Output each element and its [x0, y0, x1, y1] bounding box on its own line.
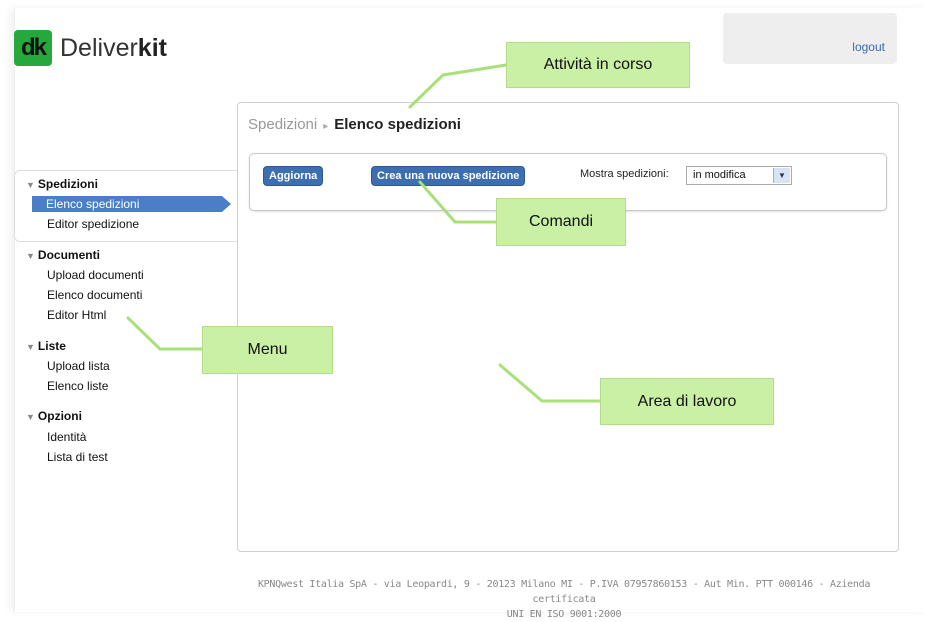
callout-menu: Menu — [202, 326, 333, 374]
footer-line-2: UNI EN ISO 9001:2000 — [506, 609, 622, 620]
work-area: Spedizioni ▸ Elenco spedizioni Aggiorna Cr… — [237, 102, 899, 552]
breadcrumb-parent[interactable]: Spedizioni — [248, 116, 317, 133]
callout-commands: Comandi — [496, 198, 626, 246]
collapse-triangle-icon: ▼ — [26, 180, 35, 190]
section-liste[interactable]: ▼ Liste — [26, 339, 66, 353]
sidebar-item-editor-html[interactable]: Editor Html — [47, 308, 106, 322]
logo: dk Deliverkit — [14, 30, 167, 66]
collapse-triangle-icon: ▼ — [26, 342, 35, 352]
logout-link[interactable]: logout — [852, 40, 885, 54]
breadcrumb-separator-icon: ▸ — [323, 121, 329, 132]
collapse-triangle-icon: ▼ — [26, 251, 35, 261]
sidebar-item-identita[interactable]: Identità — [47, 430, 86, 444]
collapse-triangle-icon: ▼ — [26, 412, 35, 422]
sidebar-item-elenco-spedizioni[interactable]: Elenco spedizioni — [32, 196, 222, 212]
selected-arrow-icon — [222, 196, 231, 212]
page-title: Elenco spedizioni — [334, 116, 461, 133]
sidebar-item-lista-di-test[interactable]: Lista di test — [47, 450, 108, 464]
sidebar-item-elenco-documenti[interactable]: Elenco documenti — [47, 288, 142, 302]
chevron-down-icon[interactable]: ▼ — [773, 168, 790, 183]
sidebar-item-elenco-liste[interactable]: Elenco liste — [47, 379, 108, 393]
user-panel: logout — [723, 13, 897, 64]
section-spedizioni[interactable]: ▼ Spedizioni — [26, 177, 98, 191]
sidebar-item-upload-lista[interactable]: Upload lista — [47, 359, 110, 373]
show-shipments-label: Mostra spedizioni: — [580, 168, 669, 180]
logo-mark-icon: dk — [14, 30, 52, 66]
sidebar-item-upload-documenti[interactable]: Upload documenti — [47, 268, 144, 282]
sidebar-item-editor-spedizione[interactable]: Editor spedizione — [47, 217, 139, 231]
footer: KPNQwest Italia SpA - via Leopardi, 9 - … — [224, 577, 904, 622]
breadcrumb: Spedizioni ▸ Elenco spedizioni — [248, 116, 461, 133]
refresh-button[interactable]: Aggiorna — [263, 166, 324, 186]
select-value: in modifica — [693, 169, 746, 181]
footer-line-1: KPNQwest Italia SpA - via Leopardi, 9 - … — [257, 579, 871, 605]
new-shipment-button[interactable]: Crea una nuova spedizione — [371, 166, 526, 186]
section-documenti[interactable]: ▼ Documenti — [26, 248, 100, 262]
section-opzioni[interactable]: ▼ Opzioni — [26, 409, 82, 423]
brand-name: Deliverkit — [60, 33, 167, 62]
callout-current-activity: Attività in corso — [506, 42, 690, 88]
show-shipments-select[interactable]: in modifica ▼ — [686, 166, 792, 185]
callout-work-area: Area di lavoro — [600, 378, 774, 425]
